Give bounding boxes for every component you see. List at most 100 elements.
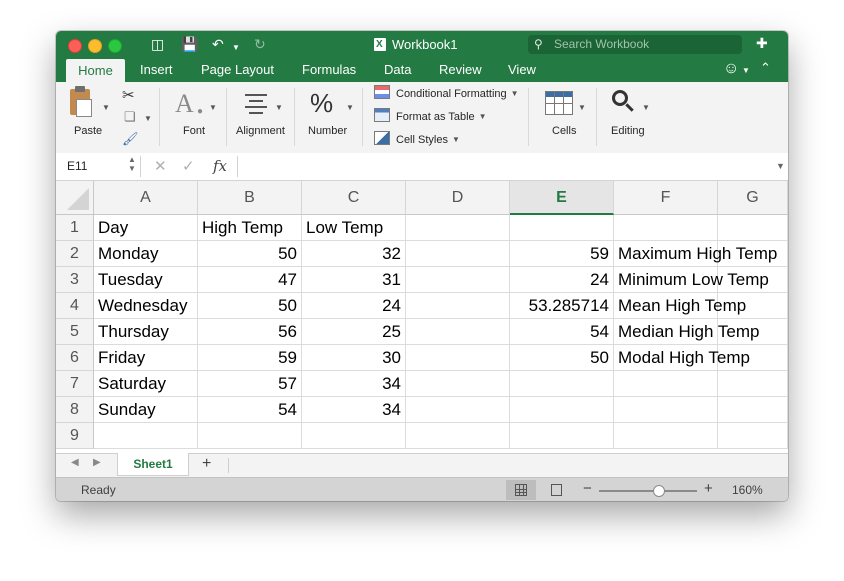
cell-b9[interactable] — [198, 423, 302, 449]
cell-d5[interactable] — [406, 319, 510, 345]
cell-e8[interactable] — [510, 397, 614, 423]
page-layout-view-button[interactable] — [541, 480, 571, 500]
percent-icon[interactable]: % — [310, 88, 333, 119]
cells-dropdown-icon[interactable]: ▼ — [578, 103, 586, 112]
cell-g8[interactable] — [718, 397, 788, 423]
cell-f8[interactable] — [614, 397, 718, 423]
cell-g3[interactable] — [718, 267, 788, 293]
zoom-slider-knob[interactable] — [652, 485, 665, 497]
cell-d6[interactable] — [406, 345, 510, 371]
row-header-4[interactable]: 4 — [56, 293, 94, 319]
row-header-9[interactable]: 9 — [56, 423, 94, 449]
cell-e4[interactable]: 53.285714 — [510, 293, 614, 319]
conditional-formatting-button[interactable]: Conditional Formatting ▼ — [374, 85, 519, 103]
cell-a3[interactable]: Tuesday — [94, 267, 198, 293]
font-dropdown-icon[interactable]: ▼ — [209, 103, 217, 112]
copy-dropdown-icon[interactable]: ▼ — [144, 114, 152, 123]
zoom-out-button[interactable]: − — [583, 480, 592, 497]
format-painter-icon[interactable]: 🖌 — [122, 131, 139, 147]
cell-e6[interactable]: 50 — [510, 345, 614, 371]
sheet-tab-sheet1[interactable]: Sheet1 — [117, 453, 189, 476]
row-header-5[interactable]: 5 — [56, 319, 94, 345]
insert-function-icon[interactable]: fx — [213, 157, 227, 175]
undo-dropdown-icon[interactable]: ▼ — [232, 40, 240, 56]
cell-a1[interactable]: Day — [94, 215, 198, 241]
cell-e1[interactable] — [510, 215, 614, 241]
cell-c8[interactable]: 34 — [302, 397, 406, 423]
cells-icon[interactable] — [545, 91, 573, 115]
row-header-8[interactable]: 8 — [56, 397, 94, 423]
worksheet-grid[interactable]: A B C D E F G 1 Day High Temp Low Temp 2 Monday 50 32 5… — [56, 181, 788, 453]
cell-c6[interactable]: 30 — [302, 345, 406, 371]
zoom-level[interactable]: 160% — [732, 483, 763, 497]
previous-sheet-icon[interactable]: ◀ — [71, 457, 79, 468]
expand-formula-bar-icon[interactable]: ▼ — [776, 161, 785, 171]
alignment-label[interactable]: Alignment — [236, 125, 285, 138]
cell-d9[interactable] — [406, 423, 510, 449]
name-box[interactable]: E11 — [67, 159, 87, 173]
feedback-smiley-icon[interactable]: ☺ — [723, 60, 739, 78]
cut-icon[interactable]: ✂ — [122, 86, 135, 104]
cell-b5[interactable]: 56 — [198, 319, 302, 345]
column-header-e[interactable]: E — [510, 181, 614, 215]
cell-f2[interactable]: Maximum High Temp — [614, 241, 777, 267]
row-header-6[interactable]: 6 — [56, 345, 94, 371]
tab-page-layout[interactable]: Page Layout — [201, 62, 274, 78]
cell-c4[interactable]: 24 — [302, 293, 406, 319]
cell-e3[interactable]: 24 — [510, 267, 614, 293]
editing-dropdown-icon[interactable]: ▼ — [642, 103, 650, 112]
cell-a7[interactable]: Saturday — [94, 371, 198, 397]
cell-a5[interactable]: Thursday — [94, 319, 198, 345]
zoom-slider[interactable] — [599, 485, 697, 497]
close-window-button[interactable] — [68, 39, 82, 53]
editing-label[interactable]: Editing — [611, 125, 645, 138]
tab-home[interactable]: Home — [66, 59, 125, 82]
font-label[interactable]: Font — [183, 125, 205, 138]
cell-b4[interactable]: 50 — [198, 293, 302, 319]
add-sheet-button[interactable]: + — [202, 455, 211, 473]
cell-a6[interactable]: Friday — [94, 345, 198, 371]
cell-b2[interactable]: 50 — [198, 241, 302, 267]
copy-icon[interactable]: ❏ — [124, 109, 136, 125]
cell-g4[interactable] — [718, 293, 788, 319]
paste-dropdown-icon[interactable]: ▼ — [102, 103, 110, 112]
tab-data[interactable]: Data — [384, 62, 411, 78]
zoom-window-button[interactable] — [108, 39, 122, 53]
cell-d7[interactable] — [406, 371, 510, 397]
select-all-corner[interactable] — [56, 181, 94, 215]
cell-b7[interactable]: 57 — [198, 371, 302, 397]
column-header-a[interactable]: A — [94, 181, 198, 215]
cell-c9[interactable] — [302, 423, 406, 449]
tab-formulas[interactable]: Formulas — [302, 62, 356, 78]
share-icon[interactable]: ✚ — [756, 35, 768, 52]
sidebar-toggle-icon[interactable]: ◫ — [151, 36, 164, 52]
tab-review[interactable]: Review — [439, 62, 482, 78]
column-header-c[interactable]: C — [302, 181, 406, 215]
cell-a2[interactable]: Monday — [94, 241, 198, 267]
cell-c2[interactable]: 32 — [302, 241, 406, 267]
font-icon[interactable]: A — [175, 89, 194, 119]
cell-g6[interactable] — [718, 345, 788, 371]
normal-view-button[interactable] — [506, 480, 536, 500]
next-sheet-icon[interactable]: ▶ — [93, 457, 101, 468]
minimize-window-button[interactable] — [88, 39, 102, 53]
cell-f3[interactable]: Minimum Low Temp — [614, 267, 769, 293]
column-header-d[interactable]: D — [406, 181, 510, 215]
feedback-dropdown-icon[interactable]: ▼ — [742, 66, 750, 75]
cell-a4[interactable]: Wednesday — [94, 293, 198, 319]
cell-c3[interactable]: 31 — [302, 267, 406, 293]
cell-b8[interactable]: 54 — [198, 397, 302, 423]
cell-b3[interactable]: 47 — [198, 267, 302, 293]
row-header-7[interactable]: 7 — [56, 371, 94, 397]
alignment-icon[interactable] — [245, 94, 267, 114]
cell-e7[interactable] — [510, 371, 614, 397]
format-as-table-button[interactable]: Format as Table ▼ — [374, 108, 487, 126]
cell-f5[interactable]: Median High Temp — [614, 319, 759, 345]
cell-e9[interactable] — [510, 423, 614, 449]
zoom-in-button[interactable]: + — [704, 480, 713, 497]
cell-g9[interactable] — [718, 423, 788, 449]
search-workbook-field[interactable]: ⚲ Search Workbook — [528, 35, 742, 54]
cell-g1[interactable] — [718, 215, 788, 241]
cell-g5[interactable] — [718, 319, 788, 345]
alignment-dropdown-icon[interactable]: ▼ — [275, 103, 283, 112]
